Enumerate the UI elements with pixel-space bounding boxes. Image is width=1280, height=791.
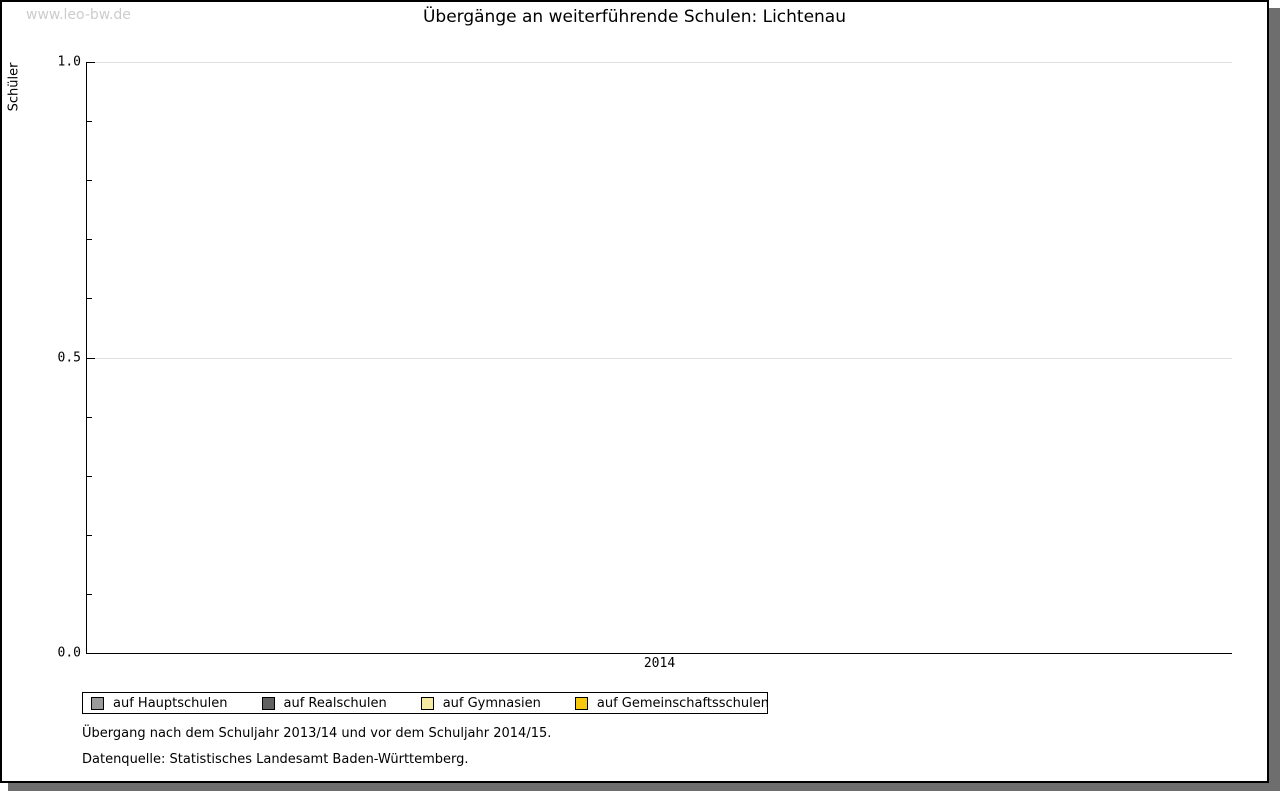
note-transition-period: Übergang nach dem Schuljahr 2013/14 und … [82,726,551,741]
legend-item: auf Gymnasien [421,696,541,711]
y-axis-label: Schüler [7,63,22,112]
plot-area: 2014 0.00.51.0 [86,62,1232,654]
legend-label: auf Realschulen [284,696,387,711]
y-gridline [87,62,1232,63]
y-minor-tick [87,239,92,240]
y-minor-tick [87,180,92,181]
note-data-source: Datenquelle: Statistisches Landesamt Bad… [82,752,469,767]
chart-canvas: www.leo-bw.de Übergänge an weiterführend… [0,0,1269,783]
legend-item: auf Hauptschulen [91,696,228,711]
y-major-tick [87,358,95,359]
chart-figure: www.leo-bw.de Übergänge an weiterführend… [0,0,1280,791]
chart-title: Übergänge an weiterführende Schulen: Lic… [2,7,1267,27]
legend-swatch [575,697,588,710]
legend-swatch [421,697,434,710]
y-tick-label: 0.5 [41,350,81,365]
legend-label: auf Gymnasien [443,696,541,711]
y-minor-tick [87,121,92,122]
y-major-tick [87,653,95,654]
y-minor-tick [87,535,92,536]
legend-item: auf Realschulen [262,696,387,711]
y-gridline [87,358,1232,359]
y-minor-tick [87,594,92,595]
y-minor-tick [87,417,92,418]
legend-label: auf Hauptschulen [113,696,228,711]
y-tick-label: 0.0 [41,646,81,661]
x-tick-label: 2014 [644,656,675,671]
legend-item: auf Gemeinschaftsschulen [575,696,769,711]
y-minor-tick [87,298,92,299]
legend-swatch [91,697,104,710]
legend-swatch [262,697,275,710]
legend-label: auf Gemeinschaftsschulen [597,696,769,711]
legend: auf Hauptschulen auf Realschulen auf Gymna… [82,692,768,714]
y-minor-tick [87,476,92,477]
y-major-tick [87,62,95,63]
y-tick-label: 1.0 [41,55,81,70]
